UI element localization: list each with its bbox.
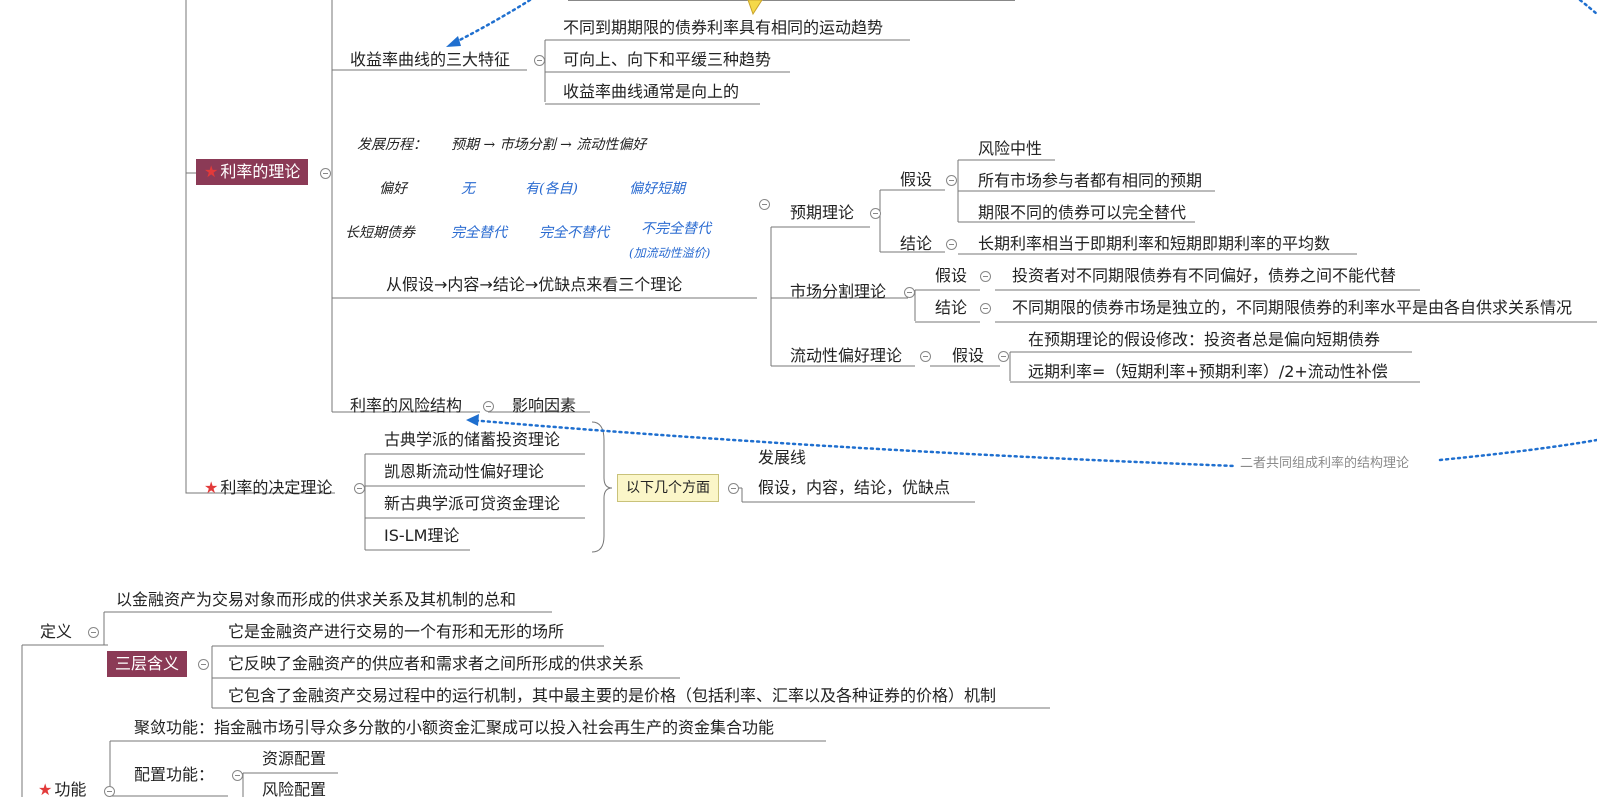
hw-r3e: (加流动性溢价): [629, 246, 711, 260]
relation-label: 二者共同组成利率的结构理论: [1240, 456, 1410, 471]
liquidity-theory-title[interactable]: 流动性偏好理论: [790, 346, 902, 366]
star-icon: ★: [38, 780, 53, 799]
expectation-assumption[interactable]: 假设: [900, 170, 932, 190]
segmentation-assumption-text[interactable]: 投资者对不同期限债券有不同偏好，债券之间不能代替: [1012, 266, 1396, 286]
definition-title[interactable]: 定义: [40, 622, 72, 642]
collapse-minus-icon[interactable]: [483, 401, 494, 412]
liquidity-item-1[interactable]: 在预期理论的假设修改：投资者总是偏向短期债券: [1028, 330, 1380, 350]
assumption-same-expectation[interactable]: 所有市场参与者都有相同的预期: [978, 171, 1202, 191]
layer-3[interactable]: 它包含了金融资产交易过程中的运行机制，其中最主要的是价格（包括利率、汇率以及各种…: [228, 686, 996, 706]
segmentation-conclusion-text[interactable]: 不同期限的债券市场是独立的，不同期限债券的利率水平是由各自供求关系情况: [1012, 298, 1572, 318]
handwritten-note-image[interactable]: 发展历程： 预期 → 市场分割 → 流动性偏好 偏好 无 有(各自) 偏好短期 …: [343, 110, 735, 263]
expectation-theory-title[interactable]: 预期理论: [790, 203, 854, 223]
interest-theory-tag[interactable]: ★ 利率的理论: [196, 159, 309, 185]
collapse-minus-icon[interactable]: [354, 483, 365, 494]
yield-feature-2[interactable]: 可向上、向下和平缓三种趋势: [563, 50, 771, 70]
segmentation-theory-title[interactable]: 市场分割理论: [790, 282, 886, 302]
collapse-minus-icon[interactable]: [534, 55, 545, 66]
allocation-function[interactable]: 配置功能：: [134, 765, 214, 785]
hw-r1a: 发展历程：: [357, 137, 427, 153]
collapse-minus-icon[interactable]: [920, 351, 931, 362]
risk-structure-title[interactable]: 利率的风险结构: [350, 396, 462, 416]
segmentation-assumption[interactable]: 假设: [935, 266, 967, 286]
yield-feature-3[interactable]: 收益率曲线通常是向上的: [563, 82, 739, 102]
collapse-minus-icon[interactable]: [232, 770, 243, 781]
hw-r3a: 长短期债券: [345, 225, 415, 241]
determination-item-2[interactable]: 凯恩斯流动性偏好理论: [384, 462, 544, 482]
mind-map-connectors: [21, 0, 1597, 797]
determination-item-3[interactable]: 新古典学派可贷资金理论: [384, 494, 560, 514]
liquidity-assumption[interactable]: 假设: [952, 346, 984, 366]
function-label: 功能: [54, 780, 87, 799]
star-icon: ★: [204, 162, 219, 181]
hw-r3b: 完全替代: [451, 225, 507, 241]
determination-item-4[interactable]: IS-LM理论: [384, 526, 459, 546]
collapse-minus-icon[interactable]: [870, 208, 881, 219]
hw-r3d: 不完全替代: [641, 221, 711, 237]
collapse-minus-icon[interactable]: [198, 659, 209, 670]
collapse-minus-icon[interactable]: [980, 271, 991, 282]
alloc-resource[interactable]: 资源配置: [262, 749, 326, 769]
three-theories-label[interactable]: 从假设→内容→结论→优缺点来看三个理论: [386, 275, 682, 295]
collapse-minus-icon[interactable]: [946, 175, 957, 186]
hw-r2c: 有(各自): [525, 181, 578, 197]
interest-theory-label: 利率的理论: [220, 162, 301, 181]
determination-theory-title[interactable]: ★ 利率的决定理论: [204, 478, 332, 498]
collapse-minus-icon[interactable]: [946, 239, 957, 250]
aspects-note[interactable]: 以下几个方面: [617, 474, 719, 502]
collapse-minus-icon[interactable]: [320, 168, 331, 179]
development-line-label: 发展线: [758, 448, 807, 467]
layer-2[interactable]: 它反映了金融资产的供应者和需求者之间所形成的供求关系: [228, 654, 644, 674]
alloc-risk[interactable]: 风险配置: [262, 780, 326, 800]
three-layers-tag[interactable]: 三层含义: [107, 651, 188, 677]
definition-text[interactable]: 以金融资产为交易对象而形成的供求关系及其机制的总和: [116, 590, 516, 610]
hw-r2b: 无: [461, 181, 475, 197]
hw-r2d: 偏好短期: [629, 181, 685, 197]
collapse-minus-icon[interactable]: [88, 627, 99, 638]
hw-r3c: 完全不替代: [539, 225, 609, 241]
gather-function[interactable]: 聚敛功能：指金融市场引导众多分散的小额资金汇聚成可以投入社会再生产的资金集合功能: [134, 718, 774, 738]
expectation-conclusion[interactable]: 结论: [900, 234, 932, 254]
collapse-minus-icon[interactable]: [759, 199, 770, 210]
function-title[interactable]: ★ 功能: [38, 780, 86, 800]
collapse-minus-icon[interactable]: [904, 287, 915, 298]
yield-curve-title[interactable]: 收益率曲线的三大特征: [350, 50, 510, 70]
risk-factor[interactable]: 影响因素: [512, 396, 576, 416]
assumption-substitutable[interactable]: 期限不同的债券可以完全替代: [978, 203, 1186, 223]
star-icon: ★: [204, 478, 219, 497]
segmentation-conclusion[interactable]: 结论: [935, 298, 967, 318]
collapse-minus-icon[interactable]: [728, 483, 739, 494]
aspects-text[interactable]: 假设，内容，结论，优缺点: [758, 478, 950, 498]
collapse-minus-icon[interactable]: [104, 786, 115, 797]
collapse-minus-icon[interactable]: [998, 351, 1009, 362]
layer-1[interactable]: 它是金融资产进行交易的一个有形和无形的场所: [228, 622, 564, 642]
yield-feature-1[interactable]: 不同到期期限的债券利率具有相同的运动趋势: [563, 18, 883, 38]
expectation-conclusion-text[interactable]: 长期利率相当于即期利率和短期即期利率的平均数: [978, 234, 1330, 254]
hw-r2a: 偏好: [379, 181, 407, 197]
assumption-risk-neutral[interactable]: 风险中性: [978, 139, 1042, 159]
collapse-minus-icon[interactable]: [980, 303, 991, 314]
determination-item-1[interactable]: 古典学派的储蓄投资理论: [384, 430, 560, 450]
hw-r1b: 预期 → 市场分割 → 流动性偏好: [451, 137, 647, 153]
determination-label: 利率的决定理论: [220, 478, 333, 497]
liquidity-item-2[interactable]: 远期利率=（短期利率+预期利率）/2+流动性补偿: [1028, 362, 1388, 382]
